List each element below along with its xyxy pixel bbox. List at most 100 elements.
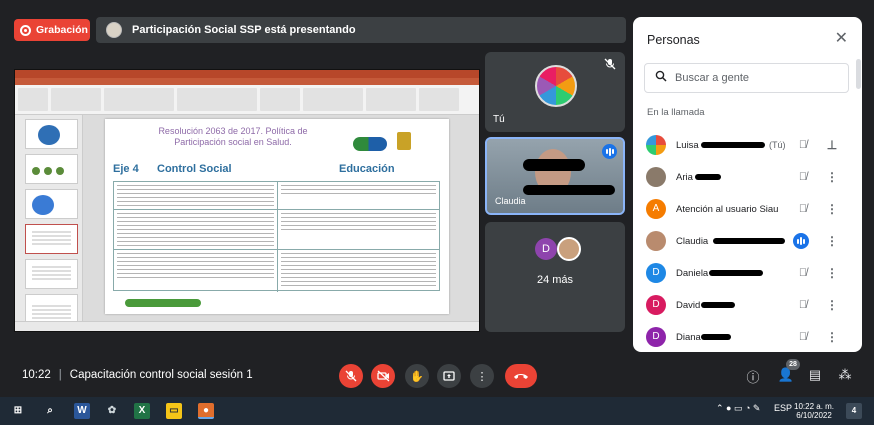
mic-off-icon [345, 370, 357, 382]
excel-icon[interactable]: X [134, 403, 150, 419]
more-participants-label: 24 más [536, 274, 574, 286]
end-call-button[interactable] [505, 364, 537, 388]
clock-time: 10:22 a. m. [794, 402, 835, 411]
mic-off-icon: 🎙̸ [798, 171, 808, 183]
participants-count-badge: 28 [786, 359, 800, 370]
more-vert-icon[interactable]: ⋮ [826, 298, 838, 312]
participant-name: Diana [676, 331, 701, 343]
slide-thumb-selected [25, 224, 78, 254]
speaking-icon [793, 233, 809, 249]
slide-title: Resolución 2063 de 2017. Política de Par… [133, 126, 333, 148]
participant-row[interactable]: D Daniela 🎙̸ ⋮ [633, 257, 862, 289]
separator: | [58, 369, 62, 381]
participant-avatar: D [646, 327, 666, 347]
more-options-button[interactable]: ⋮ [470, 364, 494, 388]
notification-icon[interactable]: 4 [846, 403, 862, 419]
mic-off-icon: 🎙̸ [798, 267, 808, 279]
more-vert-icon[interactable]: ⋮ [826, 202, 838, 216]
slide-title-line2: Participación social en Salud. [174, 137, 292, 147]
participant-row[interactable]: Aria 🎙̸ ⋮ [633, 161, 862, 193]
record-icon [20, 24, 31, 36]
mic-off-icon: 🎙̸ [798, 139, 808, 151]
info-icon[interactable]: ⓘ [744, 367, 762, 386]
ppt-titlebar [15, 70, 479, 78]
chrome-icon[interactable]: ● [198, 403, 214, 419]
slide-thumb [25, 119, 78, 149]
section-label: En la llamada [647, 107, 705, 118]
explorer-icon[interactable]: ✿ [104, 403, 120, 419]
slide-footer-bar [125, 299, 201, 307]
slide-canvas: Resolución 2063 de 2017. Política de Par… [83, 115, 479, 321]
recording-indicator[interactable]: Grabación [14, 19, 90, 41]
more-vert-icon[interactable]: ⋮ [826, 330, 838, 344]
slide-table [113, 181, 440, 292]
participant-row[interactable]: A Atención al usuario Siau 🎙̸ ⋮ [633, 193, 862, 225]
more-avatar-initial: D [535, 238, 557, 260]
mic-off-icon: 🎙̸ [798, 203, 808, 215]
slide-educacion: Educación [339, 163, 395, 175]
slide-thumb [25, 259, 78, 289]
slide-thumb [25, 154, 78, 184]
panel-scrollbar[interactable] [856, 59, 861, 89]
language-indicator[interactable]: ESP [774, 403, 792, 413]
speaking-icon [602, 144, 617, 159]
presenting-banner: Participación Social SSP está presentand… [96, 17, 626, 43]
slide-control-social: Control Social [157, 163, 232, 175]
search-box[interactable] [644, 63, 849, 93]
participant-tile-claudia[interactable]: Claudia [485, 137, 625, 215]
folder-icon[interactable]: ▭ [166, 403, 182, 419]
redaction-bar [695, 174, 721, 180]
participant-row[interactable]: Claudia ⋮ [633, 225, 862, 257]
self-avatar [535, 65, 577, 107]
chat-icon[interactable]: ▤ [806, 367, 824, 383]
participant-avatar [646, 167, 666, 187]
slide: Resolución 2063 de 2017. Política de Par… [105, 119, 449, 314]
tray-icons[interactable]: ⌃ ● ▭ ◔ ✎ [716, 403, 760, 414]
pin-icon[interactable]: ⊥ [826, 138, 838, 152]
redaction-bar [701, 334, 731, 340]
logo-participa [353, 137, 387, 151]
more-vert-icon[interactable]: ⋮ [826, 170, 838, 184]
recording-label: Grabación [36, 24, 88, 36]
meet-window: Grabación Participación Social SSP está … [0, 0, 874, 425]
redaction-bar [701, 302, 735, 308]
taskbar-clock[interactable]: 10:22 a. m. 6/10/2022 [794, 402, 834, 420]
clock-date: 6/10/2022 [796, 411, 832, 420]
more-participants-tile[interactable]: D 24 más [485, 222, 625, 332]
redaction-bar [709, 270, 763, 276]
presenter-avatar [106, 22, 122, 38]
redaction-bar [701, 142, 765, 148]
more-vert-icon[interactable]: ⋮ [826, 266, 838, 280]
word-icon[interactable]: W [74, 403, 90, 419]
slide-thumb [25, 189, 78, 219]
activities-icon[interactable]: ⁂ [836, 367, 854, 383]
mic-toggle-button[interactable] [339, 364, 363, 388]
participant-avatar: D [646, 295, 666, 315]
participant-name: Claudia [676, 235, 709, 247]
present-button[interactable] [437, 364, 461, 388]
participant-row[interactable]: Luisa (Tú) 🎙̸ ⊥ [633, 129, 862, 161]
participant-avatar: A [646, 199, 666, 219]
close-icon[interactable]: ✕ [835, 28, 848, 48]
redaction-bar [523, 185, 615, 195]
search-icon[interactable]: ⌕ [42, 403, 58, 419]
camera-toggle-button[interactable] [371, 364, 395, 388]
raise-hand-button[interactable]: ✋ [405, 364, 429, 388]
mic-off-icon [603, 58, 617, 72]
end-call-icon [514, 374, 528, 379]
windows-start-icon[interactable]: ⊞ [10, 403, 26, 419]
more-vert-icon[interactable]: ⋮ [826, 234, 838, 248]
participant-row[interactable]: D David 🎙̸ ⋮ [633, 289, 862, 321]
more-avatar-photo [557, 237, 581, 261]
ppt-ribbon-tabs [15, 78, 479, 85]
self-tile[interactable]: Tú [485, 52, 625, 132]
slide-eje: Eje 4 [113, 163, 139, 175]
ppt-statusbar [15, 321, 479, 331]
more-vert-icon: ⋮ [476, 370, 488, 383]
hand-icon: ✋ [410, 370, 424, 383]
search-input[interactable] [675, 72, 825, 84]
tile-name-claudia: Claudia [495, 196, 526, 206]
shared-screen: Resolución 2063 de 2017. Política de Par… [14, 69, 480, 332]
participant-row[interactable]: D Diana 🎙̸ ⋮ [633, 321, 862, 352]
participant-name: Daniela [676, 267, 709, 279]
